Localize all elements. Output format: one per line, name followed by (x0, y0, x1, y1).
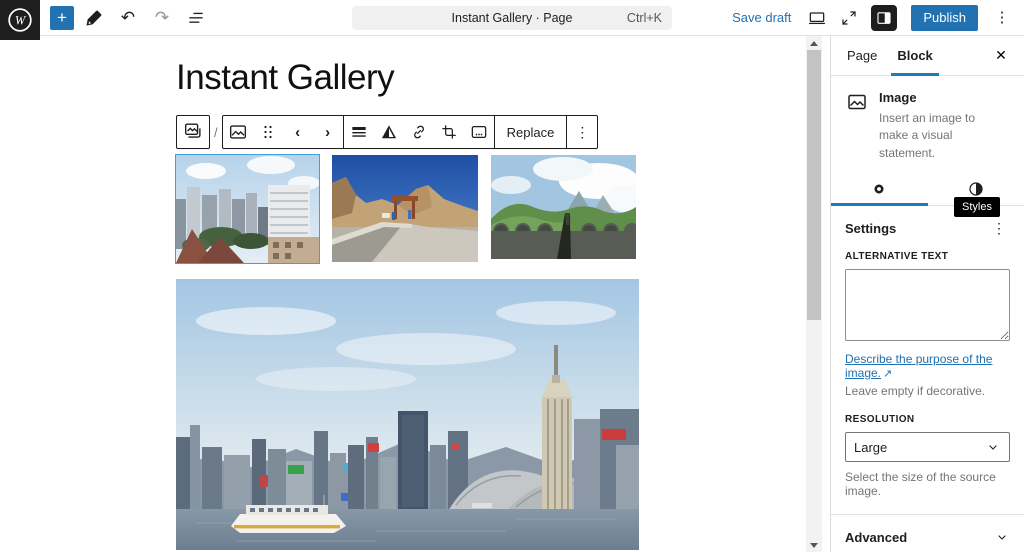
settings-sidebar: Page Block ✕ Image Insert an image to ma… (830, 36, 1024, 552)
svg-text:W: W (15, 14, 27, 28)
block-card-title: Image (879, 90, 1007, 105)
block-inserter-button[interactable]: + (50, 6, 74, 30)
page-title[interactable]: Instant Gallery (176, 58, 639, 98)
scroll-down-arrow-icon[interactable] (806, 538, 822, 552)
settings-sidebar-toggle[interactable] (871, 5, 897, 31)
gallery-image-city-apartments[interactable] (176, 155, 319, 263)
chevron-down-icon (994, 529, 1010, 545)
options-kebab-icon[interactable]: ⋮ (988, 4, 1016, 32)
command-center-search[interactable]: Instant Gallery · Page Ctrl+K (352, 6, 672, 30)
styles-tooltip: Styles (954, 197, 1000, 217)
alternative-text-label: ALTERNATIVE TEXT (845, 251, 1010, 262)
block-card: Image Insert an image to make a visual s… (831, 76, 1024, 172)
chevron-down-icon (985, 439, 1001, 455)
align-icon[interactable] (344, 116, 374, 148)
drag-handle-icon[interactable] (253, 116, 283, 148)
move-left-icon[interactable]: ‹ (283, 116, 313, 148)
command-shortcut: Ctrl+K (627, 11, 662, 25)
external-link-icon: ↗ (883, 367, 892, 380)
image-toolbar-group: ‹ › (222, 115, 599, 149)
gallery-image-desert-road[interactable] (332, 155, 478, 262)
image-block-icon[interactable] (223, 116, 253, 148)
resolution-help-text: Select the size of the source image. (845, 470, 1010, 498)
crop-icon[interactable] (434, 116, 464, 148)
settings-options-kebab-icon[interactable]: ⋮ (988, 218, 1010, 239)
fullscreen-icon[interactable] (835, 4, 863, 32)
move-right-icon[interactable]: › (313, 116, 343, 148)
edit-mode-pencil-icon[interactable] (80, 4, 108, 32)
block-card-description: Insert an image to make a visual stateme… (879, 110, 1007, 162)
settings-section: Styles Settings ⋮ ALTERNATIVE TEXT Descr… (831, 206, 1024, 510)
replace-button[interactable]: Replace (495, 116, 567, 148)
editor-canvas: Instant Gallery / (0, 36, 830, 552)
select-gallery-parent-icon[interactable] (178, 116, 208, 148)
wordpress-logo-icon[interactable]: W (0, 0, 40, 40)
tab-block[interactable]: Block (891, 36, 938, 76)
alternative-text-input[interactable] (845, 269, 1010, 341)
editor-top-bar: W + ↶ ↷ Instant Gallery · Page Ctrl+K Sa… (0, 0, 1024, 36)
alt-help-text: Leave empty if decorative. (845, 384, 1010, 398)
image-block-card-icon (845, 90, 869, 114)
duotone-filter-icon[interactable] (374, 116, 404, 148)
gallery-image-fort-wall[interactable] (491, 155, 636, 259)
close-sidebar-icon[interactable]: ✕ (988, 43, 1014, 69)
toolbar-separator-slash: / (210, 125, 222, 140)
gallery-block (176, 155, 639, 263)
sidebar-tabs: Page Block ✕ (831, 36, 1024, 76)
publish-button[interactable]: Publish (911, 5, 978, 31)
describe-purpose-link[interactable]: Describe the purpose of the image.↗ (845, 352, 1010, 380)
redo-button[interactable]: ↷ (148, 4, 176, 32)
caption-icon[interactable] (464, 116, 494, 148)
list-view-icon[interactable] (182, 4, 210, 32)
link-icon[interactable] (404, 116, 434, 148)
save-draft-button[interactable]: Save draft (732, 10, 791, 25)
resolution-select[interactable]: Large (845, 432, 1010, 462)
resolution-value: Large (854, 440, 887, 455)
scrollbar-thumb[interactable] (807, 50, 821, 320)
tab-settings-gear-icon[interactable] (831, 172, 928, 205)
canvas-scrollbar[interactable] (806, 36, 822, 552)
featured-image-hong-kong-skyline[interactable] (176, 279, 639, 550)
block-options-kebab-icon[interactable]: ⋮ (567, 116, 597, 148)
resolution-label: RESOLUTION (845, 414, 1010, 425)
image-block-toolbar: / ‹ (176, 115, 639, 149)
advanced-label: Advanced (845, 530, 907, 545)
undo-button[interactable]: ↶ (114, 4, 142, 32)
tab-page[interactable]: Page (841, 36, 883, 76)
toolbar-right-group: Save draft Publish ⋮ (732, 4, 1024, 32)
command-title: Instant Gallery · Page (452, 11, 573, 25)
toolbar-left-group: + ↶ ↷ (50, 4, 210, 32)
scroll-up-arrow-icon[interactable] (806, 36, 822, 50)
preview-desktop-icon[interactable] (803, 4, 831, 32)
editor-workspace: Instant Gallery / (0, 36, 1024, 552)
settings-heading: Settings (845, 221, 896, 236)
advanced-accordion[interactable]: Advanced (831, 515, 1024, 552)
